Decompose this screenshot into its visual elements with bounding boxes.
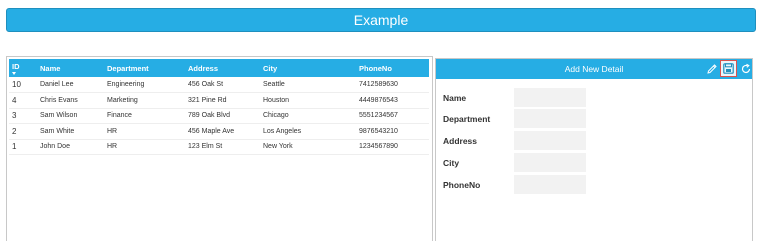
cell-id: 10 — [12, 80, 21, 89]
column-header-name[interactable]: Name — [37, 59, 104, 77]
cell-phoneno: 7412589630 — [359, 81, 398, 88]
table-row[interactable]: 10 Daniel Lee Engineering 456 Oak St Sea… — [9, 77, 429, 93]
city-label: City — [443, 158, 460, 168]
cell-name: Chris Evans — [40, 96, 78, 104]
cell-department: Engineering — [107, 81, 145, 88]
department-field[interactable] — [514, 109, 586, 128]
sort-descending-icon — [12, 71, 16, 75]
cell-address: 321 Pine Rd — [188, 96, 227, 104]
cell-city: Chicago — [263, 112, 289, 120]
column-header-address[interactable]: Address — [185, 59, 260, 77]
employee-table: ID Name Department Address City PhoneNo … — [9, 59, 429, 155]
cell-department: Finance — [107, 112, 132, 120]
cell-phoneno: 4449876543 — [359, 96, 398, 104]
page-title: Example — [353, 12, 409, 28]
table-row[interactable]: 3 Sam Wilson Finance 789 Oak Blvd Chicag… — [9, 108, 429, 124]
cell-name: Daniel Lee — [40, 81, 74, 88]
cell-address: 789 Oak Blvd — [188, 112, 231, 120]
form-row-department: Department — [436, 109, 752, 129]
cell-address: 456 Oak St — [188, 81, 224, 88]
data-grid: ID Name Department Address City PhoneNo … — [6, 56, 433, 241]
phoneno-field[interactable] — [514, 175, 586, 194]
table-row[interactable]: 2 Sam White HR 456 Maple Ave Los Angeles… — [9, 124, 429, 139]
cell-name: Sam White — [40, 127, 75, 135]
cell-id: 4 — [12, 95, 17, 105]
name-label: Name — [443, 93, 467, 103]
cell-department: Marketing — [107, 96, 138, 104]
cell-address: 456 Maple Ave — [188, 127, 235, 135]
table-row[interactable]: 1 John Doe HR 123 Elm St New York 123456… — [9, 139, 429, 155]
name-field[interactable] — [514, 88, 586, 107]
column-header-city[interactable]: City — [260, 59, 356, 77]
cell-id: 2 — [12, 126, 17, 136]
city-field[interactable] — [514, 153, 586, 172]
cell-phoneno: 9876543210 — [359, 127, 398, 135]
form-row-phoneno: PhoneNo — [436, 175, 752, 195]
form-row-city: City — [436, 153, 752, 173]
column-header-phoneno[interactable]: PhoneNo — [356, 59, 429, 77]
refresh-icon[interactable] — [738, 61, 754, 77]
cell-department: HR — [107, 127, 118, 135]
cell-city: Houston — [263, 96, 290, 104]
cell-phoneno: 1234567890 — [359, 143, 398, 151]
pencil-icon[interactable] — [704, 61, 720, 77]
cell-name: John Doe — [40, 143, 70, 151]
page-header: Example — [6, 8, 756, 32]
table-row[interactable]: 4 Chris Evans Marketing 321 Pine Rd Hous… — [9, 93, 429, 108]
add-detail-form: Add New Detail Name Department Address C… — [435, 58, 753, 241]
cell-city: Los Angeles — [263, 127, 302, 135]
cell-phoneno: 5551234567 — [359, 112, 398, 120]
cell-city: Seattle — [263, 81, 285, 88]
address-field[interactable] — [514, 131, 586, 150]
phoneno-label: PhoneNo — [443, 180, 481, 190]
cell-id: 1 — [12, 142, 17, 152]
cell-address: 123 Elm St — [188, 143, 223, 151]
cell-name: Sam Wilson — [40, 112, 78, 120]
cell-department: HR — [107, 143, 118, 151]
address-label: Address — [443, 136, 478, 146]
form-header: Add New Detail — [436, 59, 752, 79]
column-header-department[interactable]: Department — [104, 59, 185, 77]
save-icon[interactable] — [720, 60, 737, 77]
form-row-name: Name — [436, 88, 752, 108]
cell-id: 3 — [12, 111, 17, 121]
cell-city: New York — [263, 143, 293, 151]
table-header-row: ID Name Department Address City PhoneNo — [9, 59, 429, 77]
form-row-address: Address — [436, 131, 752, 151]
column-header-id[interactable]: ID — [9, 59, 37, 77]
department-label: Department — [443, 114, 491, 124]
form-title: Add New Detail — [564, 64, 624, 74]
